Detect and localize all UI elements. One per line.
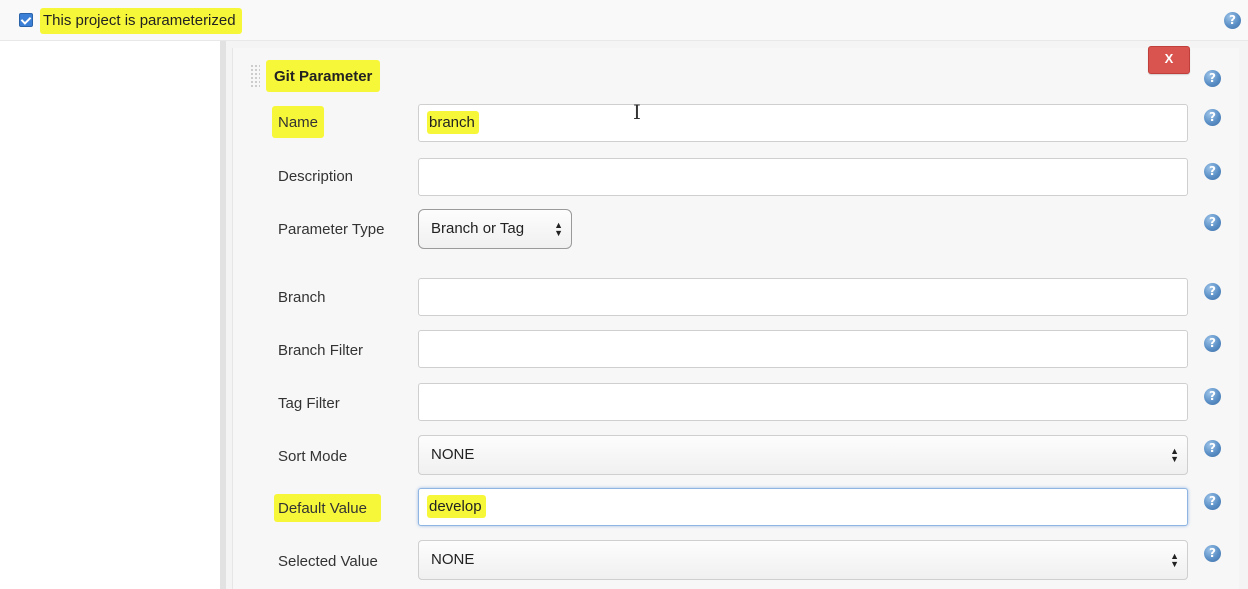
description-label: Description xyxy=(278,168,354,185)
name-label: Name xyxy=(272,106,325,138)
help-icon[interactable]: ? xyxy=(1204,335,1221,352)
description-field[interactable] xyxy=(418,158,1188,196)
default-value-label: Default Value xyxy=(274,494,381,522)
text-cursor-icon: I xyxy=(633,100,641,124)
help-icon[interactable]: ? xyxy=(1204,283,1221,300)
help-icon[interactable]: ? xyxy=(1224,12,1241,29)
help-icon[interactable]: ? xyxy=(1204,163,1221,180)
sort-mode-select[interactable]: NONE ▲ ▼ xyxy=(418,435,1188,475)
selected-value-select[interactable]: NONE ▲ ▼ xyxy=(418,540,1188,580)
sort-mode-value: NONE xyxy=(431,446,475,463)
selected-value-label: Selected Value xyxy=(278,553,378,570)
help-icon[interactable]: ? xyxy=(1204,440,1221,457)
default-value-value: develop xyxy=(427,495,486,518)
help-icon[interactable]: ? xyxy=(1204,70,1221,87)
select-arrows-icon: ▲ ▼ xyxy=(554,220,563,238)
git-parameter-title: Git Parameter xyxy=(266,60,381,92)
selected-value-value: NONE xyxy=(431,551,475,568)
parameter-type-label: Parameter Type xyxy=(278,221,385,238)
remove-parameter-button[interactable]: X xyxy=(1148,46,1190,74)
parameter-type-value: Branch or Tag xyxy=(431,220,525,237)
parameterized-label[interactable]: This project is parameterized xyxy=(40,8,242,34)
name-value: branch xyxy=(427,111,479,134)
help-icon[interactable]: ? xyxy=(1204,388,1221,405)
tag-filter-field[interactable] xyxy=(418,383,1188,421)
drag-handle-icon[interactable] xyxy=(250,64,260,88)
help-icon[interactable]: ? xyxy=(1204,545,1221,562)
select-arrows-icon: ▲ ▼ xyxy=(1170,446,1179,464)
branch-label: Branch xyxy=(278,289,326,306)
sort-mode-label: Sort Mode xyxy=(278,448,348,465)
default-value-field[interactable]: develop xyxy=(418,488,1188,526)
help-icon[interactable]: ? xyxy=(1204,214,1221,231)
name-field[interactable]: branch xyxy=(418,104,1188,142)
branch-field[interactable] xyxy=(418,278,1188,316)
branch-filter-field[interactable] xyxy=(418,330,1188,368)
parameterized-checkbox[interactable] xyxy=(19,13,33,27)
help-icon[interactable]: ? xyxy=(1204,493,1221,510)
branch-filter-label: Branch Filter xyxy=(278,342,364,359)
help-icon[interactable]: ? xyxy=(1204,109,1221,126)
parameter-type-select[interactable]: Branch or Tag ▲ ▼ xyxy=(418,209,572,249)
tag-filter-label: Tag Filter xyxy=(278,395,340,412)
left-gutter xyxy=(0,41,220,589)
select-arrows-icon: ▲ ▼ xyxy=(1170,551,1179,569)
